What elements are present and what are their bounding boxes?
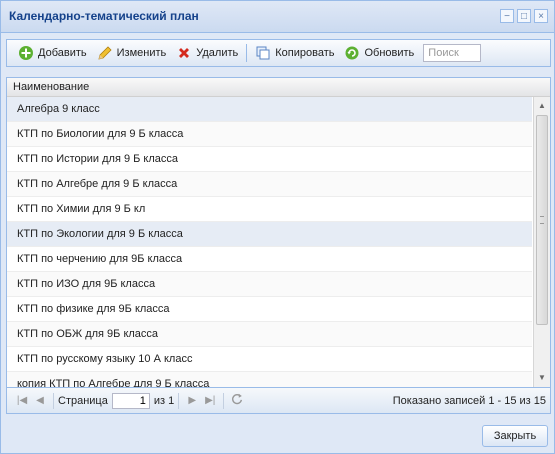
refresh-label: Обновить xyxy=(364,47,415,59)
next-page-icon[interactable]: ▶ xyxy=(183,392,201,410)
edit-button[interactable]: Изменить xyxy=(92,42,172,64)
plans-grid: Наименование Алгебра 9 класс КТП по Биол… xyxy=(6,77,551,388)
copy-label: Копировать xyxy=(275,47,335,59)
window-titlebar[interactable]: Календарно-тематический план − □ × xyxy=(1,1,554,33)
paging-separator xyxy=(178,392,180,409)
copy-icon xyxy=(256,46,270,60)
column-header-name[interactable]: Наименование xyxy=(7,78,550,97)
pencil-icon xyxy=(98,46,112,60)
delete-button[interactable]: Удалить xyxy=(171,42,243,64)
table-row[interactable]: КТП по Истории для 9 Б класса xyxy=(7,147,532,172)
paging-info: Показано записей 1 - 15 из 15 xyxy=(392,394,546,407)
delete-label: Удалить xyxy=(196,47,239,59)
table-row[interactable]: КТП по Экологии для 9 Б класса xyxy=(7,222,532,247)
table-row[interactable]: КТП по ИЗО для 9Б класса xyxy=(7,272,532,297)
table-row[interactable]: КТП по черчению для 9Б класса xyxy=(7,247,532,272)
table-row[interactable]: копия КТП по Алгебре для 9 Б класса xyxy=(7,372,532,387)
paging-toolbar: |◀ ◀ Страница из 1 ▶ ▶| Показано записей… xyxy=(6,388,551,414)
prev-page-icon[interactable]: ◀ xyxy=(31,392,49,410)
search-input[interactable] xyxy=(423,44,482,62)
refresh-button[interactable]: Обновить xyxy=(339,42,419,64)
paging-separator xyxy=(223,392,225,409)
maximize-icon[interactable]: □ xyxy=(517,9,531,23)
add-icon xyxy=(19,46,33,60)
toolbar: Добавить Изменить Удалить Копировать Обн… xyxy=(6,39,551,67)
reload-glyph xyxy=(232,393,243,404)
scroll-down-icon[interactable]: ▼ xyxy=(537,373,547,383)
minimize-icon[interactable]: − xyxy=(500,9,514,23)
window-title: Календарно-тематический план xyxy=(9,9,199,23)
table-row[interactable]: Алгебра 9 класс xyxy=(7,97,532,122)
reload-icon[interactable] xyxy=(228,392,246,410)
window-controls: − □ × xyxy=(500,9,548,23)
first-page-icon[interactable]: |◀ xyxy=(13,392,31,410)
table-row[interactable]: КТП по Биологии для 9 Б класса xyxy=(7,122,532,147)
edit-label: Изменить xyxy=(116,47,167,59)
scrollbar-thumb[interactable] xyxy=(536,115,548,325)
page-label: Страница xyxy=(58,394,108,407)
last-page-icon[interactable]: ▶| xyxy=(201,392,219,410)
delete-icon xyxy=(179,48,190,58)
paging-separator xyxy=(53,392,54,409)
add-label: Добавить xyxy=(38,47,87,59)
table-row[interactable]: КТП по ОБЖ для 9Б класса xyxy=(7,322,532,347)
ktp-window: Календарно-тематический план − □ × Добав… xyxy=(0,0,555,454)
toolbar-separator xyxy=(246,44,248,62)
grid-rows: Алгебра 9 класс КТП по Биологии для 9 Б … xyxy=(7,97,532,387)
table-row[interactable]: КТП по Алгебре для 9 Б класса xyxy=(7,172,532,197)
table-row[interactable]: КТП по физике для 9Б класса xyxy=(7,297,532,322)
refresh-icon xyxy=(345,46,359,60)
page-number-input[interactable] xyxy=(111,392,150,409)
scroll-up-icon[interactable]: ▲ xyxy=(537,101,547,111)
copy-button[interactable]: Копировать xyxy=(250,42,339,64)
close-button[interactable]: Закрыть xyxy=(482,425,548,447)
grid-scrollbar[interactable]: ▲ ▼ xyxy=(533,97,550,387)
add-button[interactable]: Добавить xyxy=(13,42,92,64)
grip-icon xyxy=(540,216,544,224)
table-row[interactable]: КТП по русскому языку 10 А класс xyxy=(7,347,532,372)
table-row[interactable]: КТП по Химии для 9 Б кл xyxy=(7,197,532,222)
page-of-label: из 1 xyxy=(153,394,175,407)
close-icon[interactable]: × xyxy=(534,9,548,23)
